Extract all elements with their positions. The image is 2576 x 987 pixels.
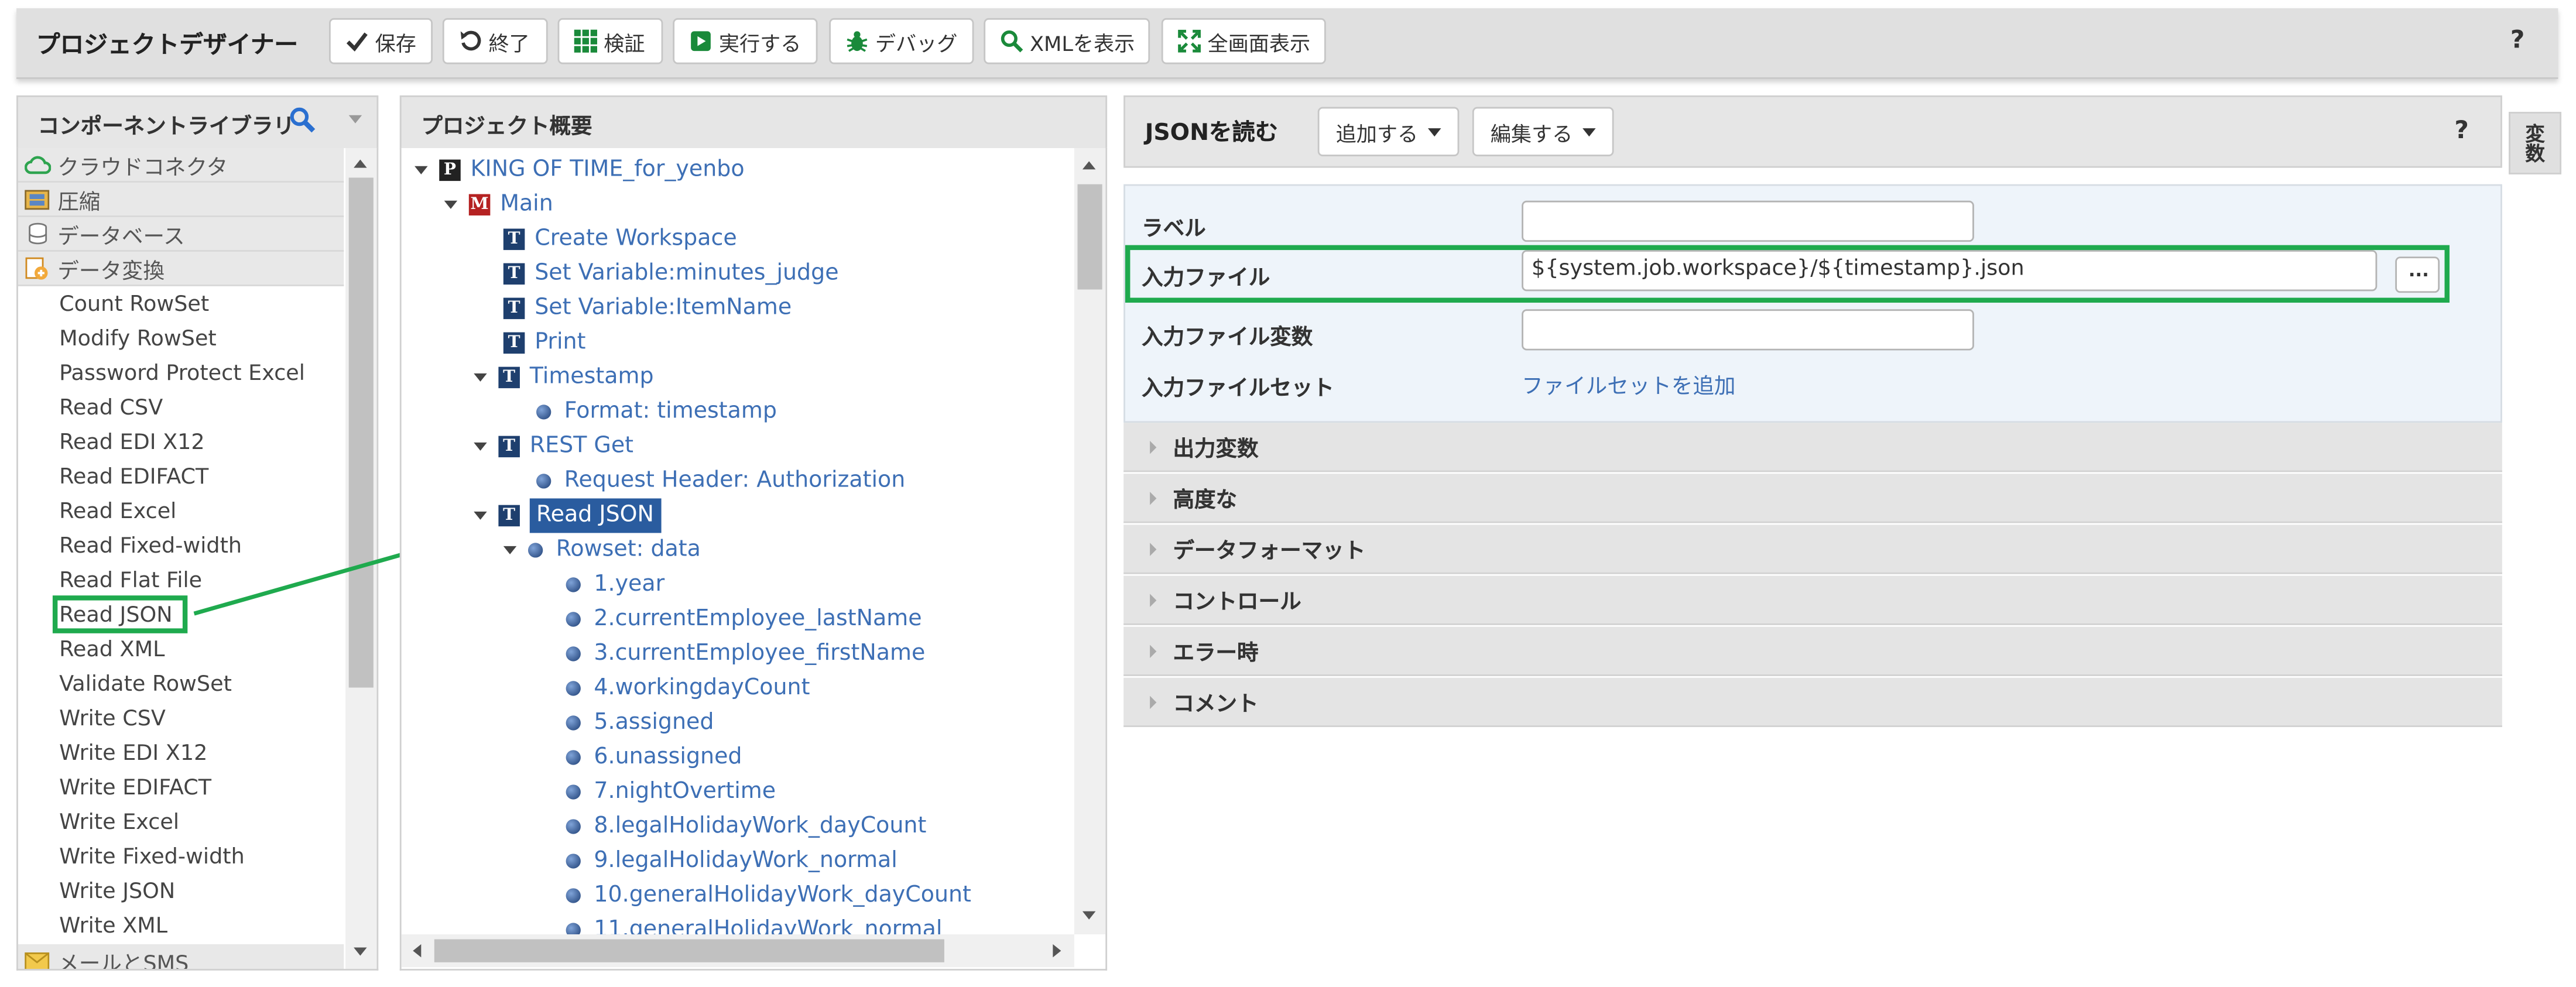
project-header: プロジェクト概要	[399, 95, 1108, 150]
label-field-label: ラベル	[1142, 217, 1206, 242]
tree-node-request-header[interactable]: Request Header: Authorization	[402, 464, 1073, 498]
label-input[interactable]	[1522, 200, 1974, 242]
project-icon: P	[439, 159, 461, 181]
edit-label: 編集する	[1490, 121, 1573, 146]
tree-node-project[interactable]: P KING OF TIME_for_yenbo	[402, 153, 1073, 187]
section-label: 出力変数	[1173, 437, 1259, 462]
project-title: プロジェクト概要	[421, 115, 592, 140]
element-icon	[527, 543, 543, 558]
element-icon	[566, 888, 581, 903]
project-tree: P KING OF TIME_for_yenbo M Main T Create Wo…	[399, 148, 1108, 971]
expand-icon[interactable]	[474, 511, 487, 520]
expand-icon[interactable]	[474, 442, 487, 451]
tree-node-main[interactable]: M Main	[402, 187, 1073, 222]
tree-node-field[interactable]: 2.currentEmployee_lastName	[402, 602, 1073, 636]
tree-node-set-variable-itemname[interactable]: T Set Variable:ItemName	[402, 291, 1073, 325]
chevron-right-icon	[1150, 491, 1157, 505]
properties-form: ラベル 入力ファイル ${system.job.workspace}/${tim…	[1123, 184, 2502, 423]
input-file-highlight	[1125, 245, 2450, 303]
scrollbar-thumb[interactable]	[434, 939, 944, 962]
task-icon: T	[498, 436, 520, 458]
caret-down-icon	[1582, 127, 1596, 136]
tree-node-field[interactable]: 10.generalHolidayWork_dayCount	[402, 878, 1073, 913]
scroll-left-icon[interactable]	[413, 944, 422, 958]
module-icon: M	[468, 194, 491, 216]
task-icon: T	[498, 505, 520, 527]
tree-node-read-json[interactable]: T Read JSON	[402, 498, 1073, 533]
chevron-right-icon	[1150, 695, 1157, 708]
scroll-right-icon[interactable]	[1053, 944, 1061, 958]
add-label: 追加する	[1335, 121, 1419, 146]
element-icon	[566, 612, 581, 627]
element-icon	[536, 405, 551, 420]
tree-node-field[interactable]: 5.assigned	[402, 705, 1073, 740]
edit-dropdown-button[interactable]: 編集する	[1472, 107, 1614, 156]
tree-nodes: P KING OF TIME_for_yenbo M Main T Create Wo…	[402, 153, 1073, 947]
tree-node-field[interactable]: 8.legalHolidayWork_dayCount	[402, 809, 1073, 844]
tree-node-print[interactable]: T Print	[402, 325, 1073, 360]
tree-node-field[interactable]: 7.nightOvertime	[402, 774, 1073, 809]
tree-horizontal-scrollbar[interactable]	[401, 934, 1074, 968]
element-icon	[566, 854, 581, 869]
element-icon	[566, 819, 581, 834]
expand-icon[interactable]	[444, 200, 458, 209]
element-icon	[536, 474, 551, 489]
properties-header: JSONを読む 追加する 編集する ?	[1123, 95, 2502, 168]
add-fileset-link[interactable]: ファイルセットを追加	[1522, 368, 1735, 400]
add-dropdown-button[interactable]: 追加する	[1317, 107, 1460, 156]
chevron-right-icon	[1150, 644, 1157, 657]
task-icon: T	[503, 263, 525, 285]
tree-node-field[interactable]: 1.year	[402, 567, 1073, 602]
tree-node-timestamp[interactable]: T Timestamp	[402, 360, 1073, 395]
chevron-right-icon	[1150, 542, 1157, 556]
scroll-down-icon[interactable]	[1082, 911, 1096, 920]
tree-node-set-variable-minutes[interactable]: T Set Variable:minutes_judge	[402, 256, 1073, 291]
section-advanced[interactable]: 高度な	[1123, 474, 2502, 523]
tree-node-rest-get[interactable]: T REST Get	[402, 429, 1073, 464]
caret-down-icon	[1428, 127, 1441, 136]
properties-help-button[interactable]: ?	[2454, 115, 2468, 145]
expand-icon[interactable]	[503, 546, 517, 554]
tree-node-field[interactable]: 9.legalHolidayWork_normal	[402, 844, 1073, 878]
element-icon	[566, 646, 581, 662]
tree-node-format-timestamp[interactable]: Format: timestamp	[402, 395, 1073, 429]
section-label: エラー時	[1173, 641, 1259, 667]
section-output-variables[interactable]: 出力変数	[1123, 423, 2502, 472]
element-icon	[566, 784, 581, 800]
section-data-format[interactable]: データフォーマット	[1123, 525, 2502, 574]
scrollbar-thumb[interactable]	[1077, 184, 1102, 290]
task-icon: T	[503, 228, 525, 251]
element-icon	[566, 715, 581, 731]
section-on-error[interactable]: エラー時	[1123, 626, 2502, 676]
expand-icon[interactable]	[474, 373, 487, 382]
input-file-var-label: 入力ファイル変数	[1142, 325, 1313, 351]
chevron-right-icon	[1150, 592, 1157, 606]
section-control[interactable]: コントロール	[1123, 575, 2502, 625]
variables-tab[interactable]: 変数	[2509, 112, 2562, 174]
element-icon	[566, 750, 581, 765]
section-label: コントロール	[1173, 590, 1301, 615]
chevron-right-icon	[1150, 440, 1157, 454]
tree-node-field[interactable]: 3.currentEmployee_firstName	[402, 636, 1073, 671]
element-icon	[566, 577, 581, 592]
expand-icon[interactable]	[415, 166, 428, 174]
scroll-up-icon[interactable]	[1082, 161, 1096, 170]
tree-node-rowset-data[interactable]: Rowset: data	[402, 533, 1073, 567]
tree-vertical-scrollbar[interactable]	[1074, 148, 1106, 935]
task-icon: T	[498, 366, 520, 389]
element-icon	[566, 681, 581, 696]
tree-node-create-workspace[interactable]: T Create Workspace	[402, 222, 1073, 256]
task-icon: T	[503, 332, 525, 354]
task-icon: T	[503, 297, 525, 320]
input-fileset-label: 入力ファイルセット	[1142, 376, 1334, 402]
section-label: データフォーマット	[1173, 539, 1366, 564]
section-comment[interactable]: コメント	[1123, 677, 2502, 727]
section-label: コメント	[1173, 692, 1259, 718]
section-label: 高度な	[1173, 488, 1238, 513]
input-file-var-input[interactable]	[1522, 309, 1974, 351]
tree-node-field[interactable]: 6.unassigned	[402, 740, 1073, 774]
properties-title: JSONを読む	[1145, 120, 1279, 147]
tree-node-field[interactable]: 4.workingdayCount	[402, 671, 1073, 705]
